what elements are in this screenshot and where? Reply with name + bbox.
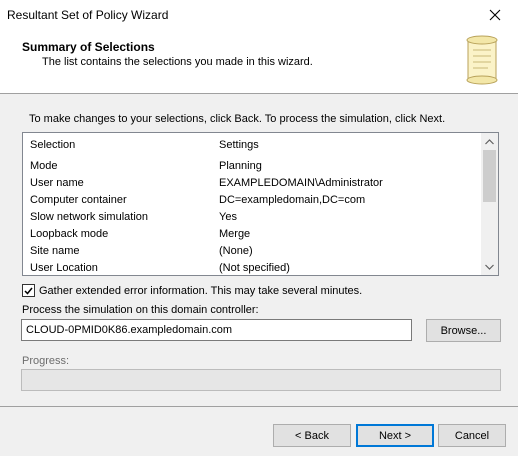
selection-label: Computer container bbox=[30, 194, 127, 206]
selection-value: (Not specified) bbox=[219, 262, 290, 274]
selection-label: User Location bbox=[30, 262, 98, 274]
footer-divider bbox=[0, 406, 518, 407]
chevron-up-icon bbox=[485, 138, 494, 144]
progress-label: Progress: bbox=[22, 355, 70, 367]
gather-extended-checkbox[interactable] bbox=[22, 284, 35, 297]
selection-value: DC=exampledomain,DC=com bbox=[219, 194, 366, 206]
domain-controller-label: Process the simulation on this domain co… bbox=[22, 304, 259, 316]
wizard-header: Summary of Selections The list contains … bbox=[0, 30, 518, 94]
list-item: Slow network simulation Yes bbox=[23, 209, 483, 226]
gather-extended-option[interactable]: Gather extended error information. This … bbox=[22, 284, 362, 297]
column-header-settings: Settings bbox=[219, 139, 259, 151]
close-icon bbox=[489, 9, 501, 21]
summary-header-row: Selection Settings bbox=[23, 137, 483, 154]
selection-label: User name bbox=[30, 177, 84, 189]
title-bar: Resultant Set of Policy Wizard bbox=[0, 0, 518, 30]
selection-value: Planning bbox=[219, 160, 262, 172]
selection-value: Merge bbox=[219, 228, 251, 240]
list-item: Loopback mode Merge bbox=[23, 226, 483, 243]
window-title: Resultant Set of Policy Wizard bbox=[7, 8, 169, 22]
selection-label: Site name bbox=[30, 245, 80, 257]
summary-list[interactable]: Selection Settings Mode Planning User na… bbox=[22, 132, 499, 276]
instruction-text: To make changes to your selections, clic… bbox=[29, 113, 446, 125]
chevron-down-icon bbox=[485, 264, 494, 270]
list-item: User name EXAMPLEDOMAIN\Administrator bbox=[23, 175, 483, 192]
column-header-selection: Selection bbox=[30, 139, 76, 151]
selection-label: Loopback mode bbox=[30, 228, 109, 240]
browse-button[interactable]: Browse... bbox=[426, 319, 501, 342]
selection-value: (None) bbox=[219, 245, 253, 257]
scroll-up-button[interactable] bbox=[481, 133, 498, 150]
selection-value: EXAMPLEDOMAIN\Administrator bbox=[219, 177, 383, 189]
scroll-down-button[interactable] bbox=[481, 258, 498, 275]
scroll-icon bbox=[466, 35, 498, 85]
selection-label: Mode bbox=[30, 160, 58, 172]
list-item: User Location (Not specified) bbox=[23, 260, 483, 275]
list-item: Site name (None) bbox=[23, 243, 483, 260]
next-button[interactable]: Next > bbox=[356, 424, 434, 447]
header-title: Summary of Selections bbox=[22, 40, 155, 54]
back-button[interactable]: < Back bbox=[273, 424, 351, 447]
gather-extended-label: Gather extended error information. This … bbox=[39, 284, 363, 297]
vertical-scrollbar[interactable] bbox=[481, 133, 498, 275]
close-button[interactable] bbox=[472, 0, 518, 30]
progress-bar bbox=[21, 369, 501, 391]
list-item: Mode Planning bbox=[23, 158, 483, 175]
list-item: Computer container DC=exampledomain,DC=c… bbox=[23, 192, 483, 209]
checkmark-icon bbox=[24, 287, 33, 295]
cancel-button[interactable]: Cancel bbox=[438, 424, 506, 447]
selection-label: Slow network simulation bbox=[30, 211, 148, 223]
domain-controller-field[interactable] bbox=[21, 319, 412, 341]
header-subtitle: The list contains the selections you mad… bbox=[42, 56, 313, 68]
selection-value: Yes bbox=[219, 211, 237, 223]
scroll-thumb[interactable] bbox=[483, 150, 496, 202]
